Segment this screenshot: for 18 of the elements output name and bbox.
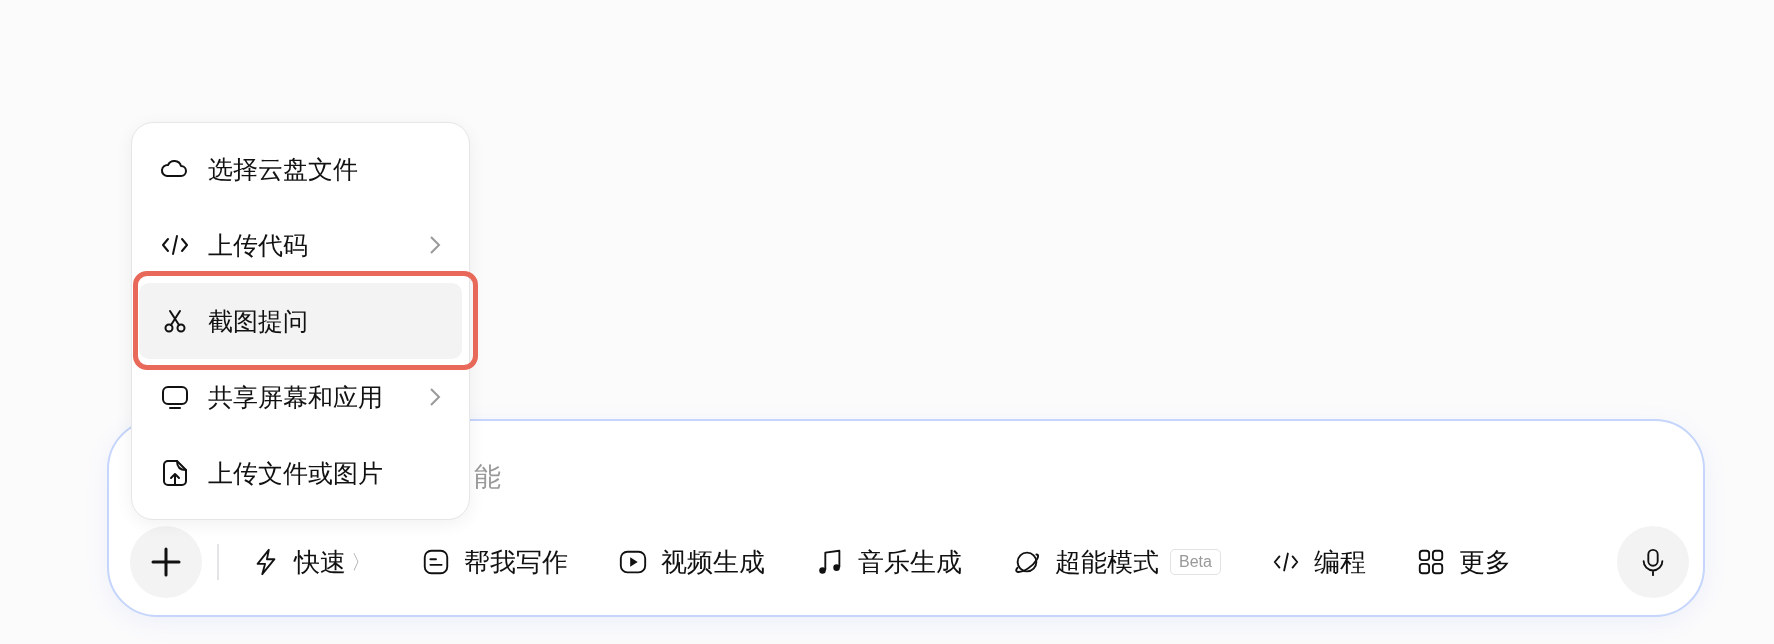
tool-button[interactable]: 音乐生成 <box>815 544 962 580</box>
tool-button[interactable]: 帮我写作 <box>421 544 568 580</box>
chevron-right-icon <box>428 386 442 408</box>
menu-item[interactable]: 共享屏幕和应用 <box>139 359 462 435</box>
menu-item[interactable]: 上传文件或图片 <box>139 435 462 511</box>
menu-item[interactable]: 选择云盘文件 <box>139 131 462 207</box>
tool-button[interactable]: 编程 <box>1270 544 1366 580</box>
chevron-right-icon <box>428 234 442 256</box>
tool-button[interactable]: 视频生成 <box>618 544 765 580</box>
tool-button[interactable]: 超能模式 Beta <box>1012 544 1221 580</box>
beta-badge: Beta <box>1170 549 1221 575</box>
plus-icon <box>151 547 181 577</box>
tool-button[interactable]: 更多 <box>1415 544 1511 580</box>
text-box-icon <box>421 547 451 577</box>
tool-button[interactable]: 快速 〉 <box>251 544 371 580</box>
menu-item[interactable]: 上传代码 <box>139 207 462 283</box>
menu-item[interactable]: 截图提问 <box>139 283 462 359</box>
chevron-text: 〉 <box>351 549 371 575</box>
